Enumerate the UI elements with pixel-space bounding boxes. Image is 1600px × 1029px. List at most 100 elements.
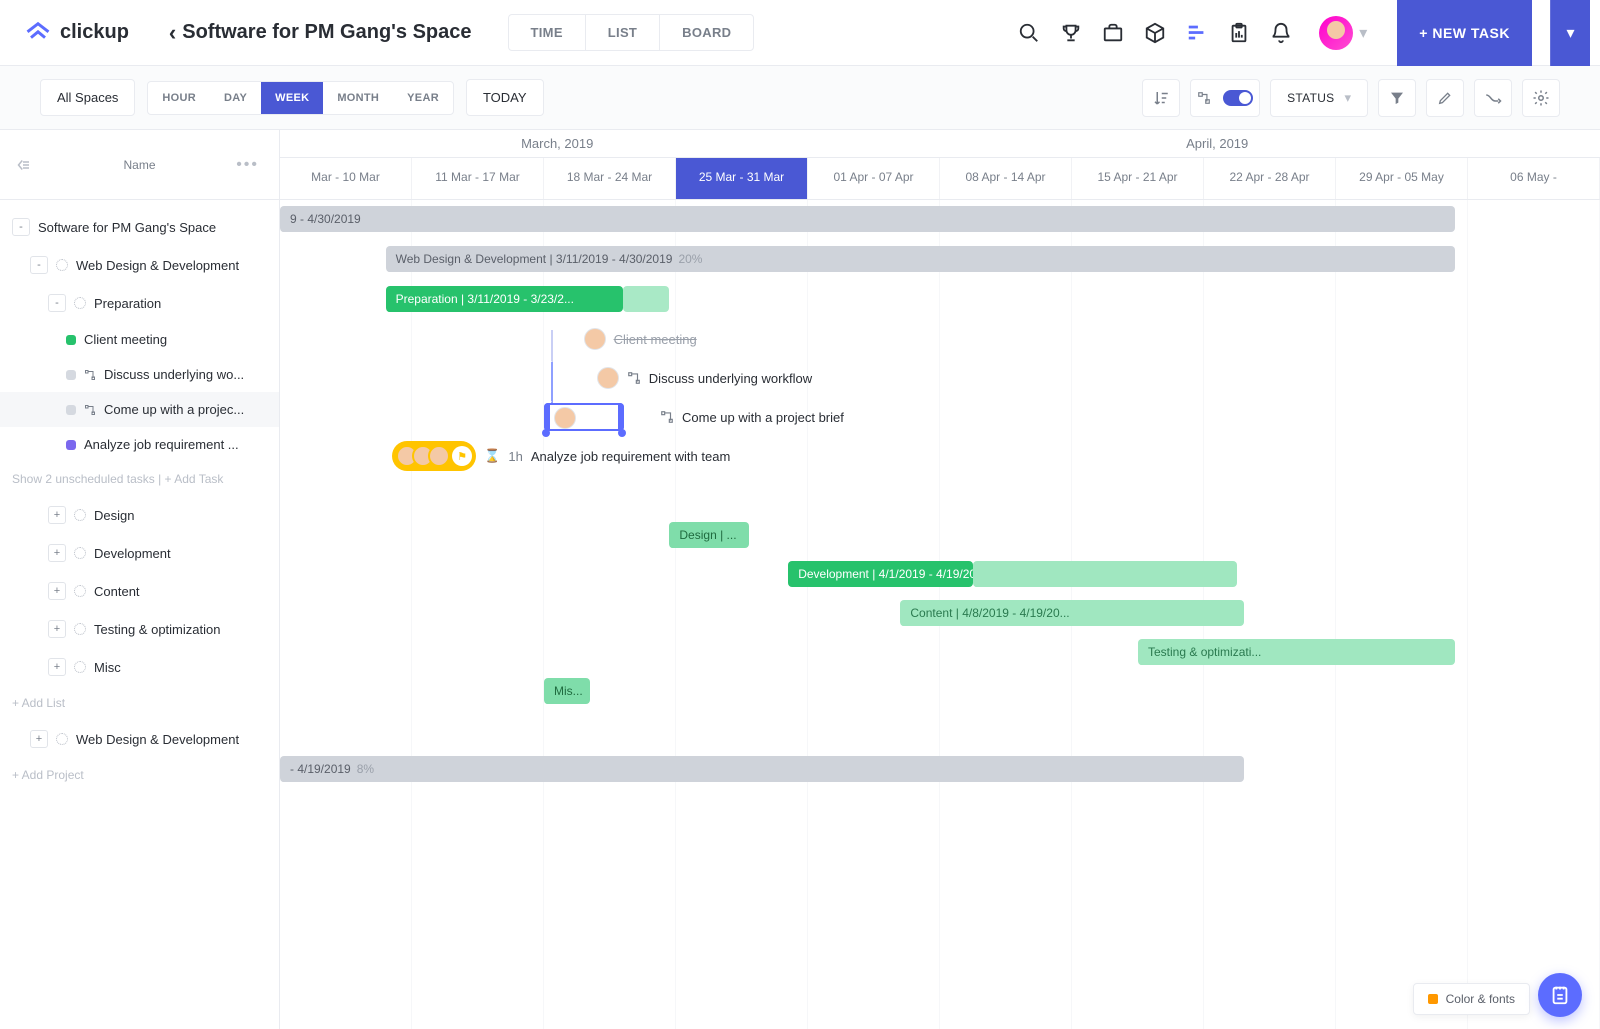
tab-time[interactable]: TIME (509, 15, 586, 50)
tree-node[interactable]: Analyze job requirement ... (0, 427, 279, 462)
assignee-group[interactable]: ⚑ (392, 441, 476, 471)
cube-icon[interactable] (1143, 21, 1167, 45)
zoom-month[interactable]: MONTH (323, 82, 393, 114)
tree-node[interactable]: Client meeting (0, 322, 279, 357)
expand-icon[interactable]: - (30, 256, 48, 274)
bar-misc[interactable]: Mis... (544, 678, 590, 704)
bell-icon[interactable] (1269, 21, 1293, 45)
bar-root[interactable]: 9 - 4/30/2019 (280, 206, 1455, 232)
zoom-week[interactable]: WEEK (261, 82, 323, 114)
collapse-icon[interactable] (14, 156, 32, 174)
bar-development[interactable]: Development | 4/1/2019 - 4/19/2019 (788, 561, 973, 587)
logo[interactable]: clickup (24, 19, 129, 47)
expand-icon[interactable]: - (12, 218, 30, 236)
bar-development-ghost (973, 561, 1237, 587)
tree-extra[interactable]: + Add Project (0, 758, 279, 792)
tree-node[interactable]: +Misc (0, 648, 279, 686)
expand-icon[interactable]: + (48, 620, 66, 638)
month-label: April, 2019 (834, 130, 1600, 157)
tree-node[interactable]: -Software for PM Gang's Space (0, 208, 279, 246)
clipboard-icon[interactable] (1227, 21, 1251, 45)
trophy-icon[interactable] (1059, 21, 1083, 45)
chevron-left-icon[interactable]: ‹ (169, 20, 176, 46)
tree-extra[interactable]: Show 2 unscheduled tasks | + Add Task (0, 462, 279, 496)
color-fonts-panel[interactable]: Color & fonts (1413, 983, 1530, 1015)
brand-name: clickup (60, 21, 129, 44)
spaces-selector[interactable]: All Spaces (40, 79, 135, 116)
task-client-meeting[interactable]: Client meeting (584, 326, 697, 352)
subtask-icon (660, 410, 674, 424)
task-analyze[interactable]: ⚑ ⌛ 1h Analyze job requirement with team (392, 443, 730, 469)
avatar (584, 328, 606, 350)
zoom-hour[interactable]: HOUR (148, 82, 210, 114)
briefcase-icon[interactable] (1101, 21, 1125, 45)
tree-node[interactable]: +Testing & optimization (0, 610, 279, 648)
week-cell[interactable]: 25 Mar - 31 Mar (676, 158, 808, 199)
tree-node[interactable]: +Content (0, 572, 279, 610)
expand-icon[interactable]: + (48, 506, 66, 524)
week-cell[interactable]: 18 Mar - 24 Mar (544, 158, 676, 199)
user-menu[interactable]: ▾ (1319, 16, 1367, 50)
week-cell[interactable]: 29 Apr - 05 May (1336, 158, 1468, 199)
tree-node[interactable]: +Web Design & Development (0, 720, 279, 758)
notepad-fab[interactable] (1538, 973, 1582, 1017)
bar-design[interactable]: Design | ... (669, 522, 748, 548)
status-spinner-icon (74, 547, 86, 559)
search-icon[interactable] (1017, 21, 1041, 45)
tree-node[interactable]: Come up with a projec... (0, 392, 279, 427)
tree-node[interactable]: -Web Design & Development (0, 246, 279, 284)
tree-node[interactable]: -Preparation (0, 284, 279, 322)
gantt-chart[interactable]: March, 2019 April, 2019 Mar - 10 Mar11 M… (280, 130, 1600, 1029)
tree-node[interactable]: Discuss underlying wo... (0, 357, 279, 392)
status-spinner-icon (56, 733, 68, 745)
bar-testing[interactable]: Testing & optimizati... (1138, 639, 1455, 665)
pencil-icon[interactable] (1426, 79, 1464, 117)
bar-content[interactable]: Content | 4/8/2019 - 4/19/20... (900, 600, 1243, 626)
gantt-icon[interactable] (1185, 21, 1209, 45)
week-cell[interactable]: Mar - 10 Mar (280, 158, 412, 199)
week-row: Mar - 10 Mar11 Mar - 17 Mar18 Mar - 24 M… (280, 158, 1600, 200)
task-comeup[interactable]: Come up with a project brief (544, 404, 844, 430)
gear-icon[interactable] (1522, 79, 1560, 117)
zoom-day[interactable]: DAY (210, 82, 261, 114)
bar-preparation[interactable]: Preparation | 3/11/2019 - 3/23/2... (386, 286, 624, 312)
sort-icon[interactable] (1142, 79, 1180, 117)
week-cell[interactable]: 08 Apr - 14 Apr (940, 158, 1072, 199)
expand-icon[interactable]: + (30, 730, 48, 748)
bar-wdd2[interactable]: - 4/19/20198% (280, 756, 1244, 782)
task-tree: -Software for PM Gang's Space-Web Design… (0, 200, 279, 800)
toggle-switch[interactable] (1223, 90, 1253, 106)
tab-list[interactable]: LIST (586, 15, 660, 50)
subtask-toggle[interactable] (1190, 79, 1260, 117)
tree-node-label: Discuss underlying wo... (104, 367, 244, 382)
week-cell[interactable]: 01 Apr - 07 Apr (808, 158, 940, 199)
status-spinner-icon (74, 585, 86, 597)
bar-wdd[interactable]: Web Design & Development | 3/11/2019 - 4… (386, 246, 1455, 272)
filter-icon[interactable] (1378, 79, 1416, 117)
expand-icon[interactable]: - (48, 294, 66, 312)
path-icon[interactable] (1474, 79, 1512, 117)
dependency-line (551, 330, 553, 362)
expand-icon[interactable]: + (48, 544, 66, 562)
week-cell[interactable]: 11 Mar - 17 Mar (412, 158, 544, 199)
breadcrumb[interactable]: ‹ Software for PM Gang's Space (169, 20, 472, 46)
task-discuss[interactable]: Discuss underlying workflow (597, 365, 812, 391)
tree-extra[interactable]: + Add List (0, 686, 279, 720)
week-cell[interactable]: 22 Apr - 28 Apr (1204, 158, 1336, 199)
expand-icon[interactable]: + (48, 658, 66, 676)
week-cell[interactable]: 06 May - (1468, 158, 1600, 199)
selected-bar[interactable] (544, 403, 624, 431)
week-cell[interactable]: 15 Apr - 21 Apr (1072, 158, 1204, 199)
status-spinner-icon (74, 297, 86, 309)
expand-icon[interactable]: + (48, 582, 66, 600)
tab-board[interactable]: BOARD (660, 15, 753, 50)
new-task-button[interactable]: + NEW TASK (1397, 0, 1532, 66)
zoom-year[interactable]: YEAR (393, 82, 453, 114)
month-row: March, 2019 April, 2019 (280, 130, 1600, 158)
today-button[interactable]: TODAY (466, 79, 544, 116)
status-dropdown[interactable]: STATUS▾ (1270, 79, 1368, 117)
new-task-dropdown[interactable]: ▾ (1550, 0, 1590, 66)
tree-node[interactable]: +Design (0, 496, 279, 534)
tree-node[interactable]: +Development (0, 534, 279, 572)
more-icon[interactable]: ••• (236, 156, 259, 174)
